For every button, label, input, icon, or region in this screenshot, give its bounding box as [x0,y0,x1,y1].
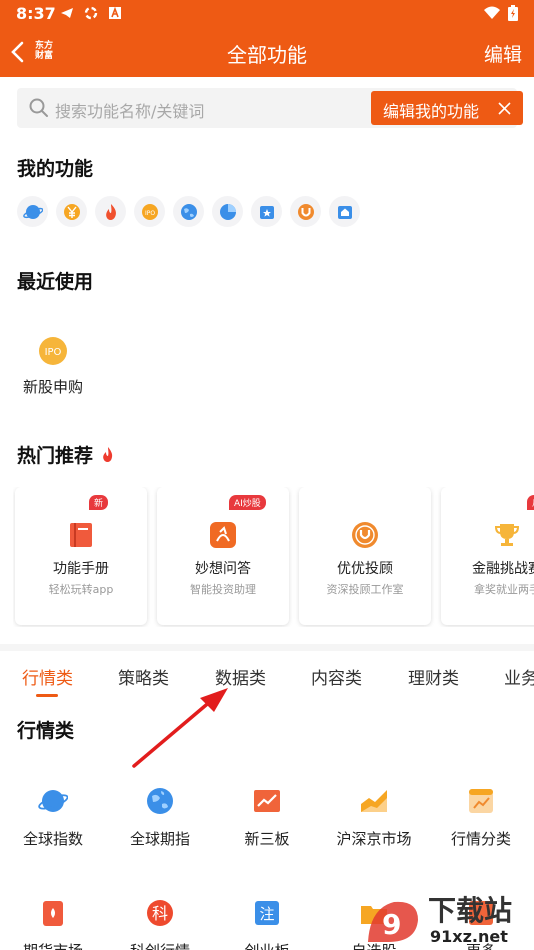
card-subtitle: 智能投资助理 [190,583,256,596]
page-title: 全部功能 [227,43,307,67]
section-divider [0,644,534,651]
u-logo-icon[interactable] [290,196,321,227]
flame-icon [102,447,112,462]
globe-icon[interactable] [173,196,204,227]
card-badge: AI炒股 [229,495,266,510]
grid-item-market-category[interactable]: 行情分类 [436,786,526,849]
svg-text:注: 注 [259,905,274,923]
my-functions-row: IPO [17,196,360,227]
trophy-icon [494,524,520,546]
bank-icon[interactable] [329,196,360,227]
pie-chart-icon[interactable] [212,196,243,227]
svg-text:IPO: IPO [144,210,154,217]
recent-title: 最近使用 [17,271,94,293]
search-icon [29,98,48,117]
card-subtitle: 资深投顾工作室 [326,583,404,596]
ipo-icon[interactable]: IPO [134,196,165,227]
book-icon [70,523,92,547]
hot-card-manual[interactable]: 新 功能手册 轻松玩转app [15,487,147,625]
card-subtitle: 轻松玩转app [48,583,114,596]
flame-icon[interactable] [95,196,126,227]
card-title: 妙想问答 [195,561,251,577]
my-functions-title: 我的功能 [17,158,94,180]
battery-icon [508,5,518,21]
hot-card-qa[interactable]: AI炒股 妙想问答 智能投资助理 [157,487,289,625]
grid-item-new-third-board[interactable]: 新三板 [222,786,312,849]
registration-icon: 注 [255,901,279,925]
edit-button[interactable]: 编辑 [484,40,522,67]
tooltip-text: 编辑我的功能 [383,102,480,121]
nav-bar: 东方 财富 全部功能 编辑 [0,28,534,77]
card-title: 优优投顾 [337,561,393,577]
tab-content[interactable]: 内容类 [311,664,362,689]
notification-a-icon [109,6,121,19]
status-time: 8:37 [16,4,56,23]
svg-text:IPO: IPO [45,347,62,358]
tab-finance[interactable]: 理财类 [408,664,459,689]
yen-coin-icon[interactable] [56,196,87,227]
sci-tech-icon: 科 [147,900,173,926]
watermark-logo-icon: 9 下载站 91xz.net [368,894,512,946]
ai-qa-icon [210,522,236,548]
trend-chart-icon [254,790,280,812]
category-tabs: 行情类 策略类 数据类 内容类 理财类 业务 [0,652,534,697]
grid-item-star-market[interactable]: 科 科创行情 [115,898,205,950]
sync-icon [84,6,98,20]
card-subtitle: 拿奖就业两手 [474,583,534,596]
star-card-icon[interactable] [251,196,282,227]
svg-text:下载站: 下载站 [428,894,512,927]
ipo-icon: IPO [39,337,67,365]
svg-text:91xz.net: 91xz.net [430,927,508,946]
edit-tooltip: 编辑我的功能 [371,91,523,125]
grid-item-global-index[interactable]: 全球指数 [8,786,98,849]
hot-card-advisor[interactable]: 优优投顾 资深投顾工作室 [299,487,431,625]
hot-cards-row: 新 功能手册 轻松玩转app AI炒股 妙想问答 智能投资助理 优优投顾 资深投… [13,487,534,627]
hot-title: 热门推荐 [17,441,116,468]
grid-item-chinext[interactable]: 注 创业板 [222,898,312,950]
wifi-icon [484,6,500,19]
card-title: 功能手册 [53,561,109,577]
card-badge: 瓜分 [527,495,534,510]
grid-item-sh-sz-bj-market[interactable]: 沪深京市场 [329,786,419,849]
planet-icon [38,790,69,812]
card-badge: 新 [89,495,109,510]
grid-item-futures-market[interactable]: 期货市场 [8,898,98,950]
hot-card-challenge[interactable]: 瓜分 金融挑战赛 拿奖就业两手 [441,487,534,625]
tab-indicator [36,694,58,697]
telegram-icon [61,8,73,18]
u-logo-icon [352,522,378,548]
status-bar: 8:37 [0,0,534,28]
app-header: 8:37 东方 财富 全部功能 编辑 [0,0,534,77]
svg-text:9: 9 [382,908,401,941]
planet-icon[interactable] [17,196,48,227]
tab-market[interactable]: 行情类 [22,664,73,689]
oil-barrel-icon [43,901,63,926]
recent-item-label: 新股申购 [22,378,83,396]
search-placeholder: 搜索功能名称/关键词 [55,102,205,121]
tab-business[interactable]: 业务 [504,664,534,689]
grid-item-global-futures[interactable]: 全球期指 [115,786,205,849]
board-chart-icon [469,789,493,813]
svg-text:科: 科 [152,904,168,923]
globe-icon [147,788,173,814]
area-chart-icon [361,790,387,812]
recent-item-ipo[interactable]: IPO 新股申购 [17,336,89,397]
card-title: 金融挑战赛 [472,561,534,577]
site-watermark: 9 下载站 91xz.net [358,880,534,950]
annotation-arrow-icon [132,688,228,768]
market-title: 行情类 [17,720,75,742]
close-icon[interactable] [497,98,513,118]
